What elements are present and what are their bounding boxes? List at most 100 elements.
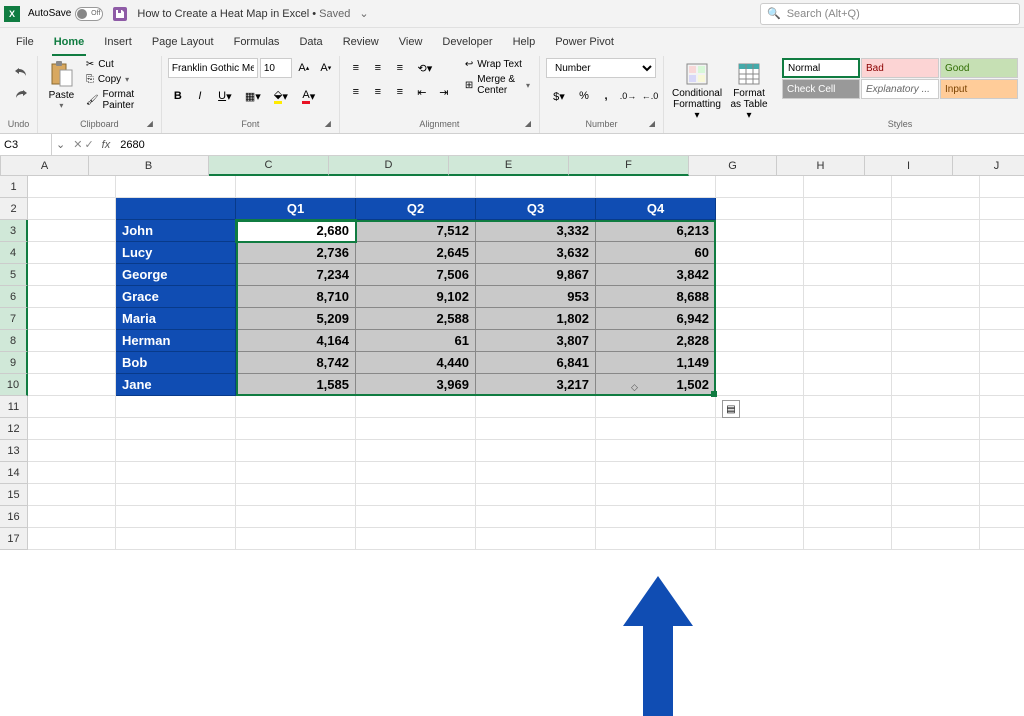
comma-format-button[interactable]: , [596,86,616,106]
save-icon[interactable] [113,7,127,21]
tab-view[interactable]: View [397,32,425,56]
style-explanatory[interactable]: Explanatory ... [861,79,939,99]
font-name-select[interactable] [168,58,258,78]
cell[interactable] [716,440,804,462]
cell[interactable]: Lucy [116,242,236,264]
cell[interactable]: 1,585 [236,374,356,396]
cell[interactable] [476,506,596,528]
cell[interactable] [28,352,116,374]
cell[interactable] [716,242,804,264]
tab-formulas[interactable]: Formulas [232,32,282,56]
cell[interactable] [804,352,892,374]
cell[interactable] [716,528,804,550]
spreadsheet-grid[interactable]: Q1Q2Q3Q4John2,6807,5123,3326,213Lucy2,73… [28,176,1024,550]
dialog-launcher-icon[interactable]: ◢ [525,119,531,128]
wrap-text-button[interactable]: ↩Wrap Text [462,58,533,71]
tab-power-pivot[interactable]: Power Pivot [553,32,616,56]
cell[interactable] [476,528,596,550]
cell[interactable] [236,484,356,506]
cell[interactable] [980,374,1024,396]
cell[interactable]: 2,828 [596,330,716,352]
cell[interactable]: 7,512 [356,220,476,242]
cell[interactable] [980,506,1024,528]
column-header[interactable]: D [329,156,449,176]
cell[interactable] [892,396,980,418]
cell[interactable] [980,264,1024,286]
cell[interactable]: 6,942 [596,308,716,330]
cell[interactable] [356,176,476,198]
cell[interactable] [980,462,1024,484]
cell[interactable] [116,462,236,484]
cell[interactable] [236,176,356,198]
column-header[interactable]: I [865,156,953,176]
tab-data[interactable]: Data [297,32,324,56]
cell[interactable] [116,396,236,418]
cell[interactable]: 8,710 [236,286,356,308]
cell[interactable] [716,330,804,352]
cell[interactable] [892,198,980,220]
cell[interactable] [28,462,116,484]
tab-home[interactable]: Home [52,32,87,56]
cell[interactable] [804,220,892,242]
align-right-button[interactable]: ≡ [390,82,410,102]
column-header[interactable]: A [1,156,89,176]
cell[interactable]: Q4 [596,198,716,220]
cell[interactable] [716,352,804,374]
row-header[interactable]: 2 [0,198,28,220]
cell[interactable] [804,484,892,506]
format-as-table-button[interactable]: Format as Table▾ [728,58,770,123]
underline-button[interactable]: U▾ [212,86,238,106]
cell[interactable] [116,440,236,462]
dialog-launcher-icon[interactable]: ◢ [649,119,655,128]
cell[interactable]: 1,502 [596,374,716,396]
cell[interactable] [116,484,236,506]
fx-icon[interactable]: fx [98,139,115,151]
cell[interactable]: 7,234 [236,264,356,286]
cell[interactable] [804,418,892,440]
cell[interactable] [804,242,892,264]
cell[interactable] [476,440,596,462]
cell[interactable] [716,286,804,308]
row-header[interactable]: 16 [0,506,28,528]
style-check-cell[interactable]: Check Cell [782,79,860,99]
cell[interactable] [804,264,892,286]
cell[interactable]: Grace [116,286,236,308]
cell[interactable] [892,484,980,506]
cell[interactable] [716,418,804,440]
cell[interactable]: 1,149 [596,352,716,374]
cell[interactable] [116,418,236,440]
cell[interactable]: 953 [476,286,596,308]
cell[interactable] [28,418,116,440]
cell[interactable] [28,506,116,528]
cut-button[interactable]: ✂Cut [83,58,155,71]
cell[interactable] [804,374,892,396]
cell[interactable] [804,440,892,462]
cell[interactable] [716,220,804,242]
cell[interactable] [892,176,980,198]
style-input[interactable]: Input [940,79,1018,99]
cell[interactable]: Q1 [236,198,356,220]
cell[interactable] [892,220,980,242]
cell[interactable]: 2,680 [236,220,356,242]
align-top-button[interactable]: ≡ [346,58,366,78]
cell[interactable] [476,484,596,506]
cell[interactable] [804,506,892,528]
cell[interactable]: 9,867 [476,264,596,286]
cell[interactable]: 9,102 [356,286,476,308]
cell[interactable] [28,176,116,198]
cell[interactable]: Q3 [476,198,596,220]
cell[interactable] [804,176,892,198]
autosave-toggle[interactable]: AutoSave Off [28,7,103,21]
cell[interactable] [28,484,116,506]
cell[interactable] [596,484,716,506]
cell[interactable]: 4,164 [236,330,356,352]
cell[interactable]: 3,632 [476,242,596,264]
cell[interactable] [356,396,476,418]
cell[interactable] [892,462,980,484]
cell[interactable] [804,198,892,220]
cell[interactable] [892,242,980,264]
cell[interactable] [892,440,980,462]
cell[interactable] [596,396,716,418]
percent-format-button[interactable]: % [574,86,594,106]
cell[interactable]: John [116,220,236,242]
